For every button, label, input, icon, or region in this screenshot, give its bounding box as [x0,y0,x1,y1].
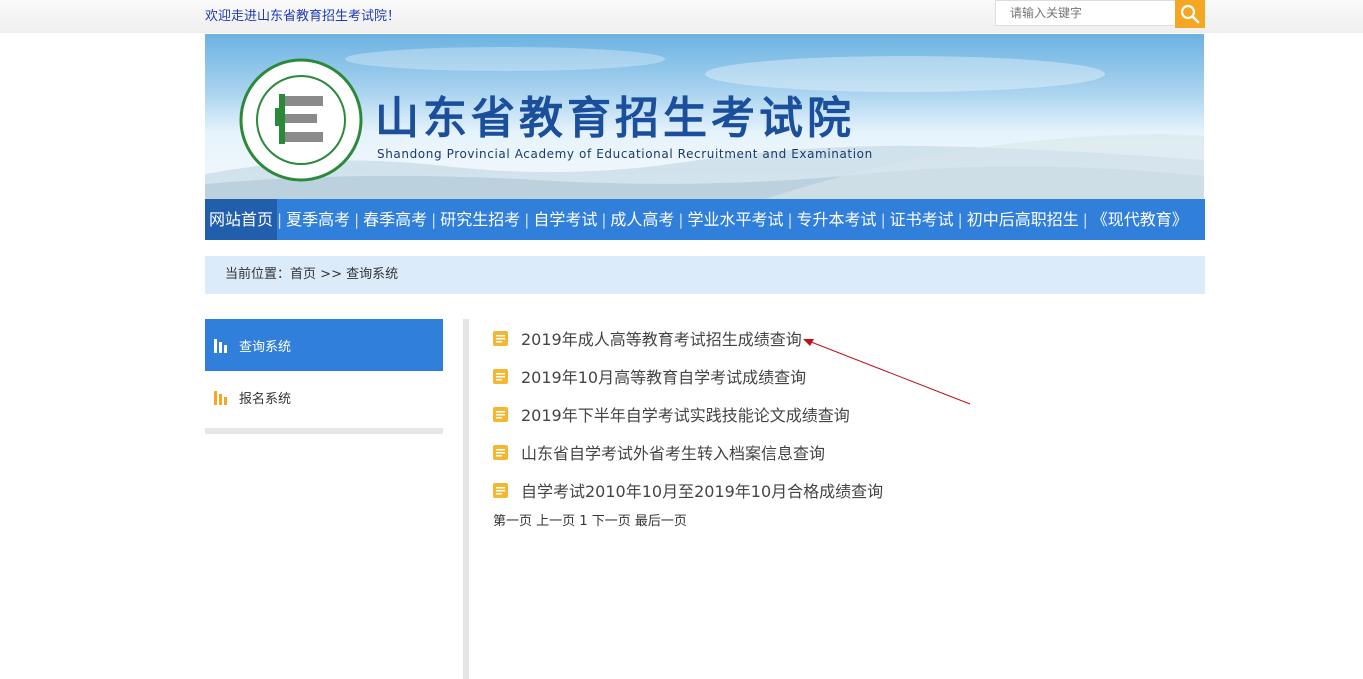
nav-item[interactable]: 证书考试 [886,199,958,240]
next-page-link[interactable]: 下一页 [592,514,631,529]
nav-item[interactable]: 专升本考试 [793,199,881,240]
nav-item[interactable]: 夏季高考 [282,199,354,240]
site-subtitle: Shandong Provincial Academy of Education… [377,147,873,161]
query-list-item[interactable]: 2019年成人高等教育考试招生成绩查询 [493,319,883,357]
document-icon [493,444,508,460]
main-nav: 网站首页 | 夏季高考 | 春季高考 | 研究生招考 | 自学考试 | 成人高考 | 学业水平考试 | 专升… [205,199,1205,240]
top-bar: 欢迎走进山东省教育招生考试院！ [0,0,1363,33]
sidebar-divider [205,428,443,434]
header-banner: 山东省教育招生考试院 Shandong Provincial Academy o… [205,34,1204,199]
breadcrumb-label: 当前位置： [225,267,291,282]
sidebar-item-registration-system[interactable]: 报名系统 [205,371,443,423]
content-divider [463,319,469,679]
query-list-item-label: 2019年下半年自学考试实践技能论文成绩查询 [521,406,850,425]
query-list-item-label: 2019年10月高等教育自学考试成绩查询 [521,368,807,387]
nav-item[interactable]: 春季高考 [359,199,431,240]
breadcrumb-current: 查询系统 [346,267,399,282]
query-list-item[interactable]: 2019年下半年自学考试实践技能论文成绩查询 [493,395,883,433]
sidebar-item-query-system[interactable]: 查询系统 [205,319,443,371]
nav-item[interactable]: 成人高考 [606,199,678,240]
breadcrumb: 当前位置：首页 >> 查询系统 [205,256,1205,294]
query-list-item-label: 山东省自学考试外省考生转入档案信息查询 [521,444,826,463]
nav-item[interactable]: 自学考试 [529,199,601,240]
bar-chart-icon [214,338,227,353]
current-page: 1 [579,514,588,529]
first-page-link[interactable]: 第一页 [493,514,532,529]
search-box [995,0,1205,28]
search-icon [1180,4,1200,24]
pagination: 第一页 上一页 1 下一页 最后一页 [493,510,687,529]
academy-logo [239,58,363,182]
search-input[interactable] [995,0,1175,26]
breadcrumb-home[interactable]: 首页 [290,267,316,282]
nav-item[interactable]: 研究生招考 [436,199,524,240]
nav-item[interactable]: 网站首页 [205,199,278,240]
last-page-link[interactable]: 最后一页 [635,514,687,529]
sidebar-item-label: 报名系统 [239,391,292,407]
search-button[interactable] [1175,0,1205,28]
document-icon [493,482,508,498]
document-icon [493,368,508,384]
query-list-item[interactable]: 自学考试2010年10月至2019年10月合格成绩查询 [493,471,883,509]
query-list-item[interactable]: 山东省自学考试外省考生转入档案信息查询 [493,433,883,471]
query-list: 2019年成人高等教育考试招生成绩查询 2019年10月高等教育自学考试成绩查询 2… [493,319,883,509]
query-list-item-label: 自学考试2010年10月至2019年10月合格成绩查询 [521,482,884,501]
sidebar: 查询系统 报名系统 [205,319,443,434]
site-title: 山东省教育招生考试院 [375,93,855,144]
document-icon [493,330,508,346]
bar-chart-icon [214,390,227,405]
nav-item[interactable]: 初中后高职招生 [963,199,1083,240]
query-list-item[interactable]: 2019年10月高等教育自学考试成绩查询 [493,357,883,395]
document-icon [493,406,508,422]
prev-page-link[interactable]: 上一页 [536,514,575,529]
welcome-text: 欢迎走进山东省教育招生考试院！ [205,9,401,24]
sidebar-item-label: 查询系统 [239,339,292,355]
query-list-item-label: 2019年成人高等教育考试招生成绩查询 [521,330,802,349]
nav-item[interactable]: 《现代教育》 [1088,199,1192,240]
nav-item[interactable]: 学业水平考试 [683,199,787,240]
breadcrumb-separator: >> [320,267,342,282]
